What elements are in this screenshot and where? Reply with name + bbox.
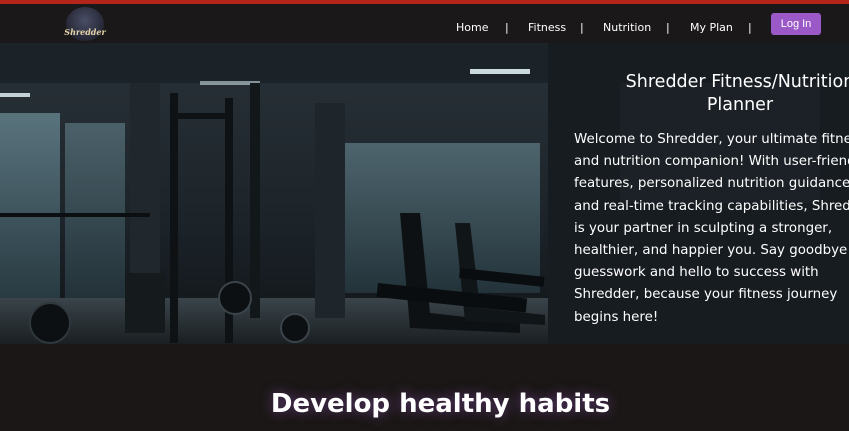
hero-description: Welcome to Shredder, your ultimate fitne… <box>574 132 849 325</box>
nav-link-my-plan[interactable]: My Plan <box>690 21 733 34</box>
navbar: Shredder Home | Fitness | Nutrition | My… <box>0 4 849 43</box>
nav-separator: | <box>580 21 584 34</box>
nav-separator: | <box>666 21 670 34</box>
section-heading-healthy-habits: Develop healthy habits <box>270 389 611 419</box>
logo[interactable]: Shredder <box>62 7 108 42</box>
nav-separator: | <box>505 21 509 34</box>
nav-link-home[interactable]: Home <box>456 21 488 34</box>
nav-link-nutrition[interactable]: Nutrition <box>603 21 651 34</box>
login-button[interactable]: Log In <box>771 13 821 35</box>
logo-text: Shredder <box>64 27 106 37</box>
nav-separator: | <box>748 21 752 34</box>
nav-link-fitness[interactable]: Fitness <box>528 21 566 34</box>
hero-title: Shredder Fitness/Nutrition Planner <box>625 72 849 115</box>
hero-section: Shredder Fitness/Nutrition Planner Welco… <box>0 43 849 344</box>
